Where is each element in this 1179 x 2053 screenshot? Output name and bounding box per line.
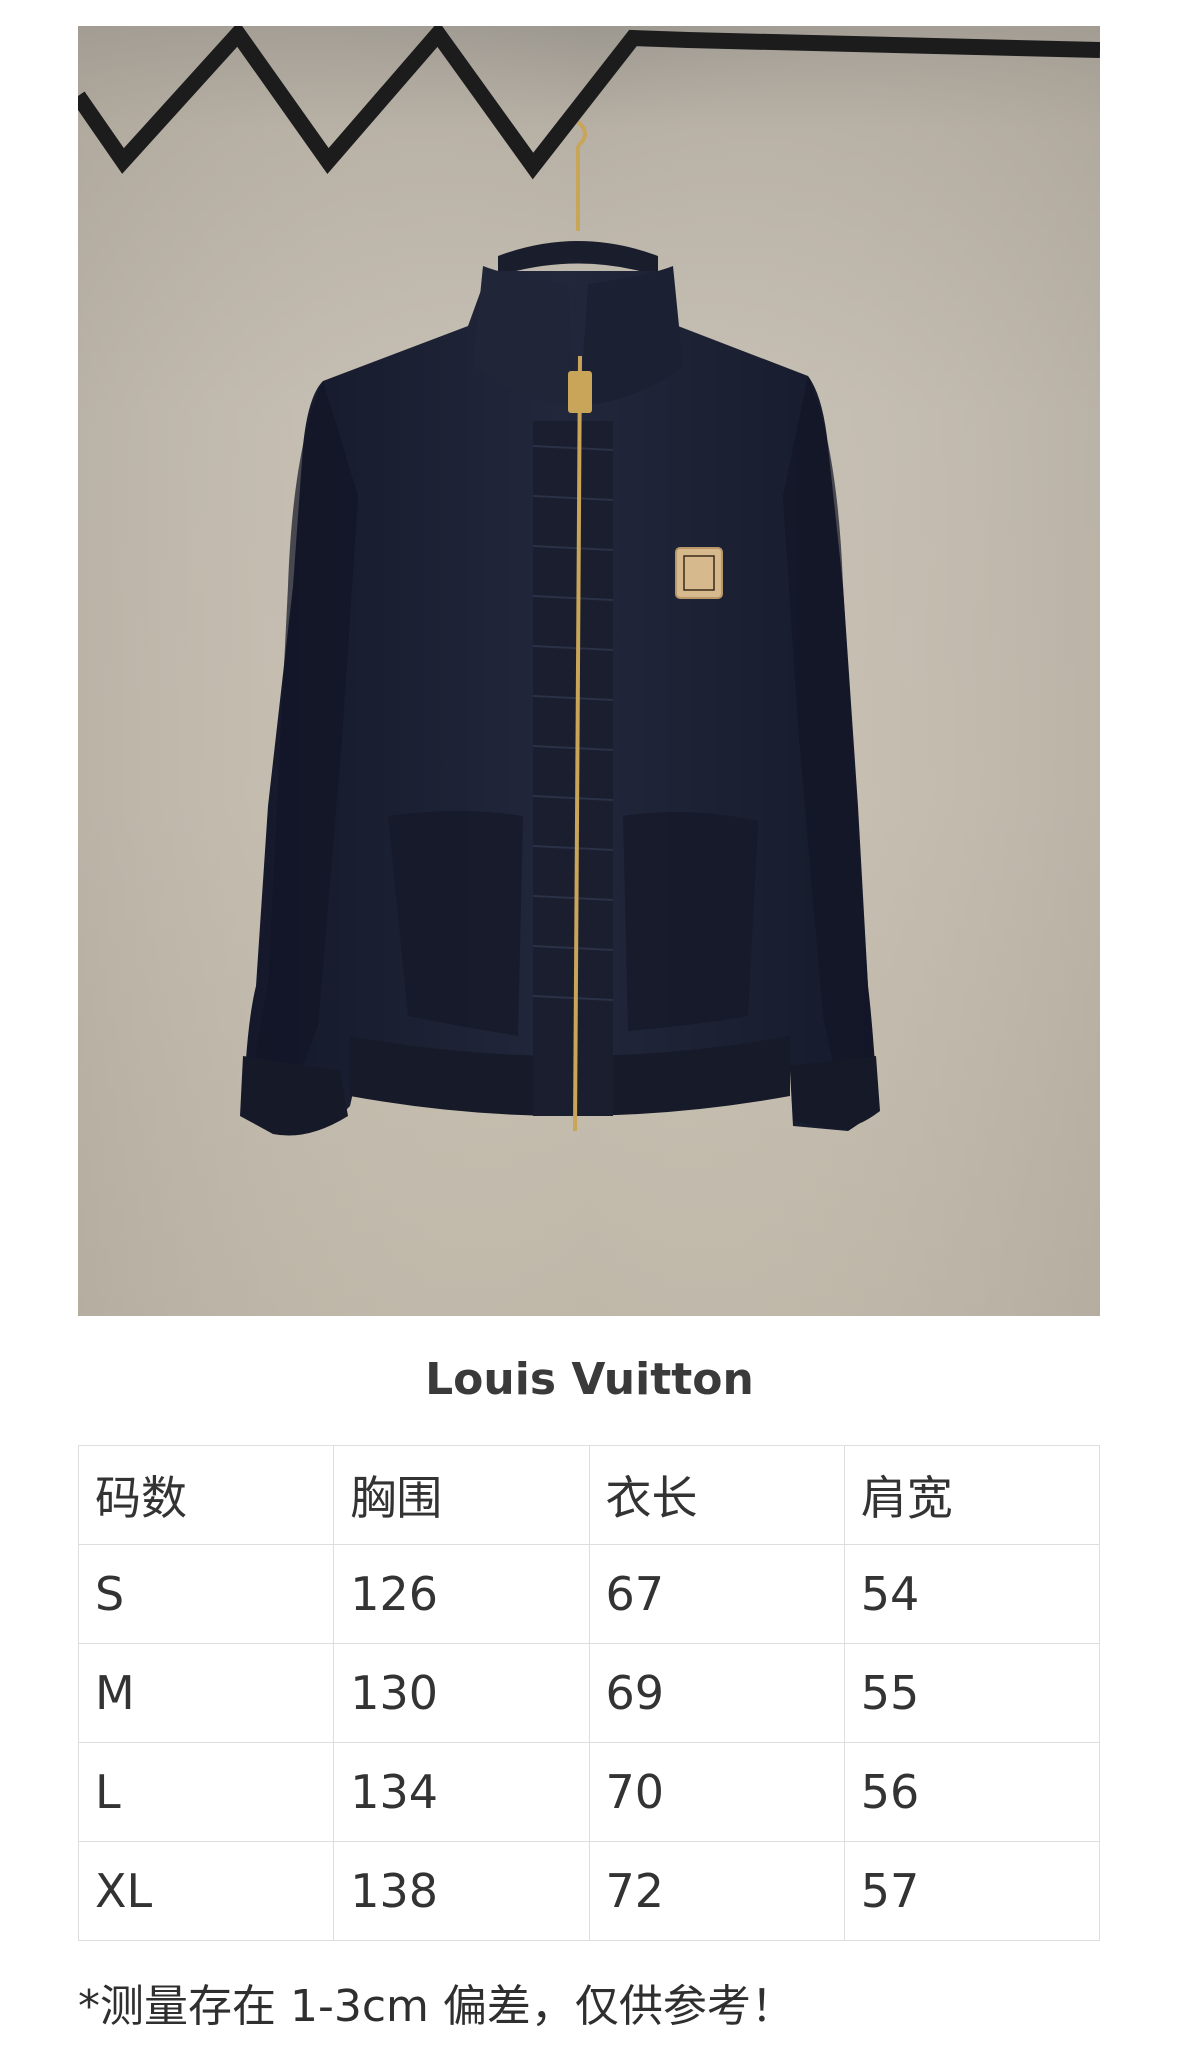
table-cell: XL <box>77 1841 335 1941</box>
table-cell: L <box>77 1742 335 1842</box>
zipper-pull <box>568 371 592 413</box>
size-table: 码数 胸围 衣长 肩宽 S 126 67 54 M 130 69 55 L 13… <box>77 1445 1101 1941</box>
table-cell: 138 <box>333 1841 590 1941</box>
table-cell: 72 <box>588 1841 845 1941</box>
table-row: M 130 69 55 <box>77 1643 1101 1743</box>
table-cell: 130 <box>333 1643 590 1743</box>
header-cell: 衣长 <box>588 1445 845 1545</box>
table-cell: M <box>77 1643 335 1743</box>
brand-title: Louis Vuitton <box>425 1354 754 1405</box>
table-row: XL 138 72 57 <box>77 1841 1101 1941</box>
table-cell: 67 <box>588 1544 845 1644</box>
header-cell: 码数 <box>77 1445 335 1545</box>
table-cell: 126 <box>333 1544 590 1644</box>
table-cell: 69 <box>588 1643 845 1743</box>
header-cell: 肩宽 <box>843 1445 1101 1545</box>
table-cell: 134 <box>333 1742 590 1842</box>
table-cell: 54 <box>843 1544 1101 1644</box>
table-cell: 70 <box>588 1742 845 1842</box>
jacket-illustration <box>78 26 1100 1316</box>
table-cell: 56 <box>843 1742 1101 1842</box>
table-cell: 57 <box>843 1841 1101 1941</box>
measurement-note: *测量存在 1-3cm 偏差，仅供参考！ <box>78 1981 795 2032</box>
table-row: L 134 70 56 <box>77 1742 1101 1842</box>
table-cell: S <box>77 1544 335 1644</box>
header-cell: 胸围 <box>333 1445 590 1545</box>
product-photo <box>78 26 1100 1316</box>
table-cell: 55 <box>843 1643 1101 1743</box>
table-header-row: 码数 胸围 衣长 肩宽 <box>77 1445 1101 1545</box>
table-row: S 126 67 54 <box>77 1544 1101 1644</box>
